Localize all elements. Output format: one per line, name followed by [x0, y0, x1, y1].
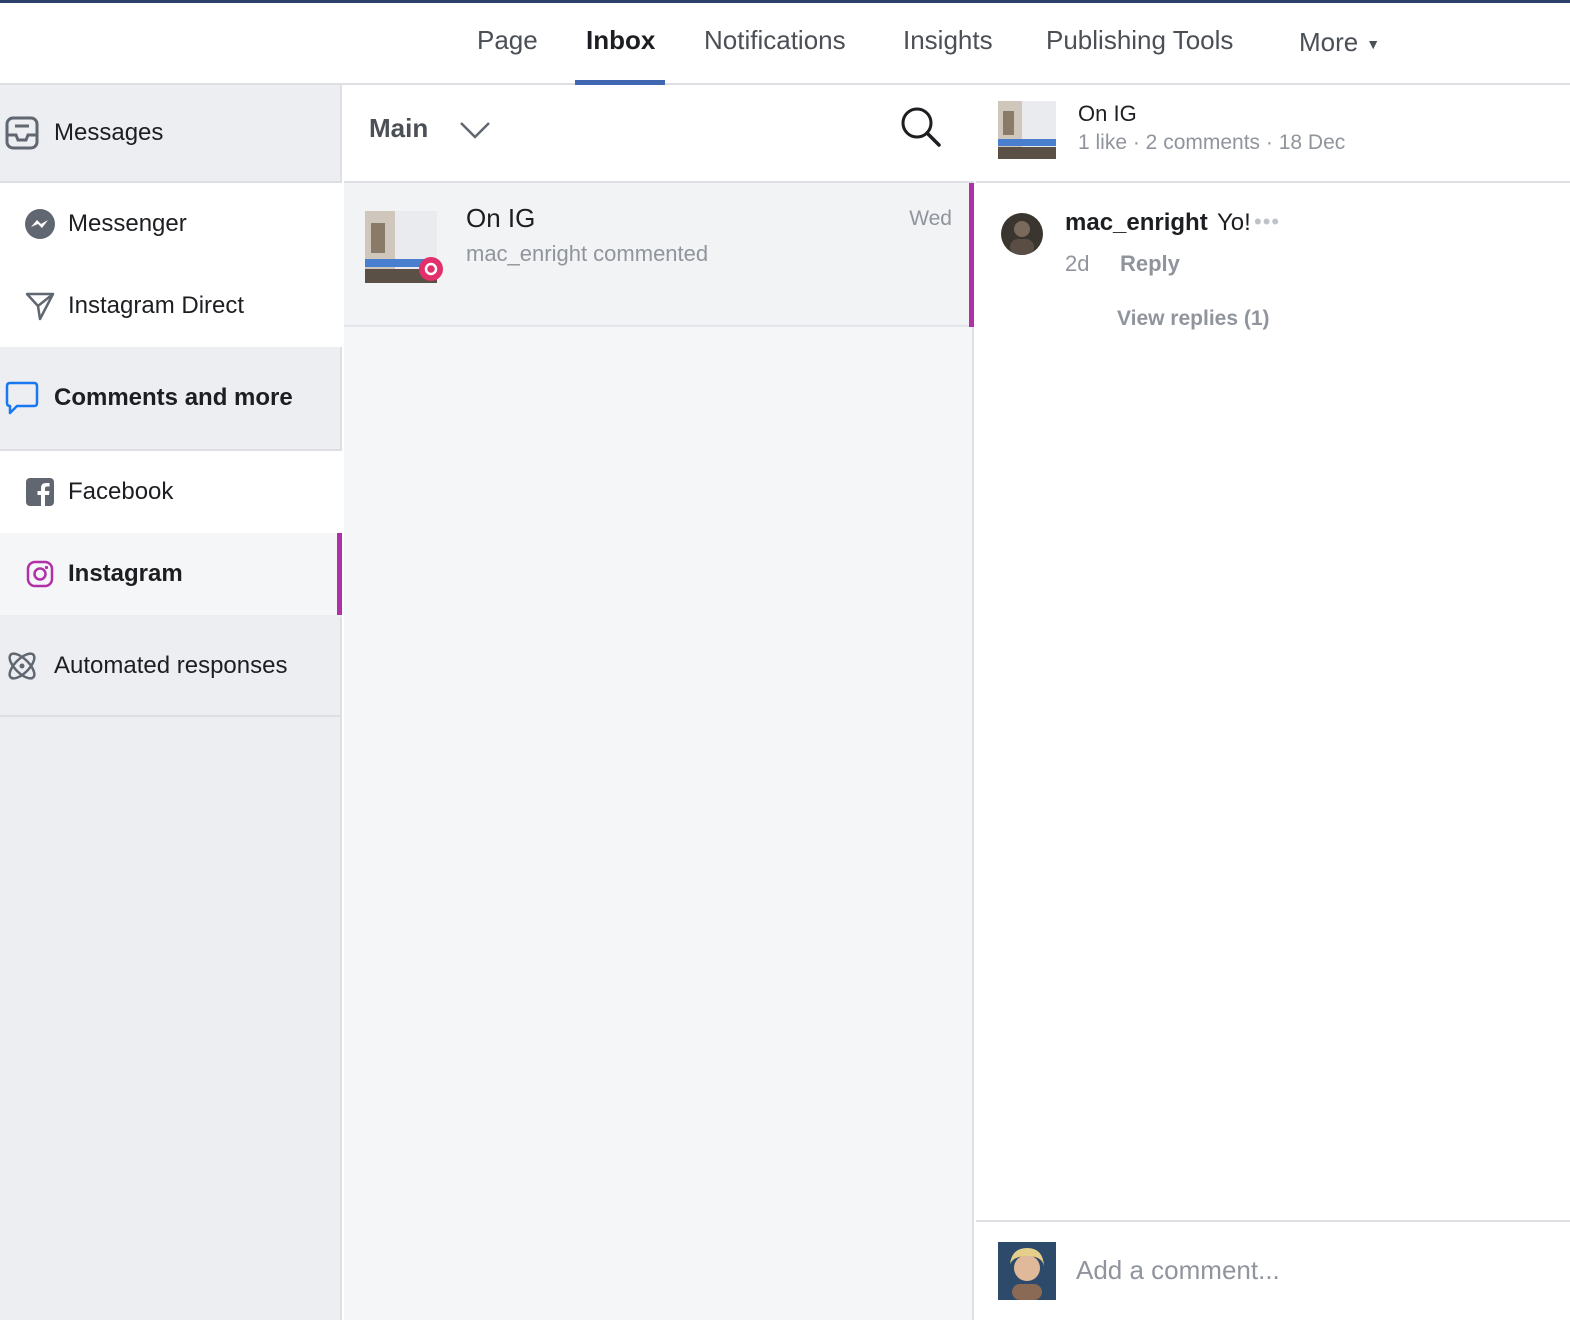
inbox-tray-icon [4, 115, 40, 151]
sidebar-item-automated-responses[interactable]: Automated responses [0, 615, 342, 717]
conversation-item[interactable]: On IG mac_enright commented Wed [344, 183, 974, 327]
more-options-icon[interactable]: ••• [1254, 209, 1280, 235]
post-header: On IG 1 like · 2 comments · 18 Dec [976, 85, 1570, 183]
comment-composer [976, 1220, 1570, 1320]
tab-more-label: More [1299, 27, 1359, 57]
sidebar-item-instagram[interactable]: Instagram [0, 533, 342, 615]
tab-notifications[interactable]: Notifications [704, 23, 846, 57]
post-thumbnail[interactable] [998, 101, 1056, 159]
tab-inbox[interactable]: Inbox [586, 23, 655, 57]
paper-plane-icon [24, 290, 56, 322]
sidebar: Messages Messenger Instagram Direct Comm… [0, 85, 342, 1320]
sidebar-item-label: Instagram [68, 560, 183, 587]
conversation-list-panel: Main On IG mac_enright commented Wed [344, 85, 974, 1320]
view-replies-link[interactable]: View replies (1) [1117, 307, 1270, 331]
conversation-snippet: mac_enright commented [466, 241, 709, 266]
caret-down-icon: ▼ [1366, 36, 1381, 53]
reply-button[interactable]: Reply [1120, 251, 1180, 277]
sidebar-item-label: Facebook [68, 478, 174, 505]
conversation-detail-panel: On IG 1 like · 2 comments · 18 Dec mac_e… [976, 85, 1570, 1320]
tab-more[interactable]: More ▼ [1299, 25, 1380, 61]
comment-author[interactable]: mac_enright [1065, 209, 1208, 237]
selected-indicator [969, 183, 974, 327]
conversation-list-header: Main [344, 85, 974, 183]
sidebar-item-label: Messages [54, 119, 164, 146]
sidebar-item-label: Instagram Direct [68, 292, 245, 319]
sidebar-item-messages[interactable]: Messages [0, 85, 342, 183]
sidebar-item-instagram-direct[interactable]: Instagram Direct [0, 265, 342, 347]
chevron-down-icon[interactable] [458, 115, 492, 143]
post-title: On IG [1078, 101, 1137, 126]
tab-insights[interactable]: Insights [903, 23, 993, 57]
messenger-icon [24, 208, 56, 240]
sidebar-item-messenger[interactable]: Messenger [0, 183, 342, 265]
sidebar-item-facebook[interactable]: Facebook [0, 451, 342, 533]
post-thumbnail [365, 211, 443, 283]
selected-indicator [337, 533, 342, 615]
sidebar-item-label: Automated responses [54, 652, 288, 679]
filter-label[interactable]: Main [369, 113, 428, 144]
facebook-icon [26, 478, 54, 506]
sidebar-item-label: Comments and more [54, 384, 293, 411]
instagram-icon [26, 560, 54, 588]
top-nav: Page Inbox Notifications Insights Publis… [0, 3, 1570, 85]
comment-text: Yo! [1217, 209, 1251, 236]
speech-bubble-icon [4, 380, 40, 416]
conversation-title: On IG [466, 203, 536, 233]
atom-icon [4, 648, 40, 684]
tab-page[interactable]: Page [477, 23, 538, 57]
avatar[interactable] [1001, 213, 1043, 255]
sidebar-item-label: Messenger [68, 210, 187, 237]
comment-input[interactable] [1076, 1246, 1546, 1294]
search-icon[interactable] [899, 105, 943, 149]
conversation-date: Wed [909, 207, 952, 230]
comments-subgroup: Facebook [0, 451, 342, 533]
comment-age: 2d [1065, 251, 1090, 276]
avatar [998, 1242, 1056, 1300]
tab-publishing-tools[interactable]: Publishing Tools [1046, 23, 1233, 57]
messages-subgroup: Messenger Instagram Direct [0, 183, 342, 347]
sidebar-item-comments[interactable]: Comments and more [0, 347, 342, 451]
post-meta: 1 like · 2 comments · 18 Dec [1078, 131, 1346, 154]
